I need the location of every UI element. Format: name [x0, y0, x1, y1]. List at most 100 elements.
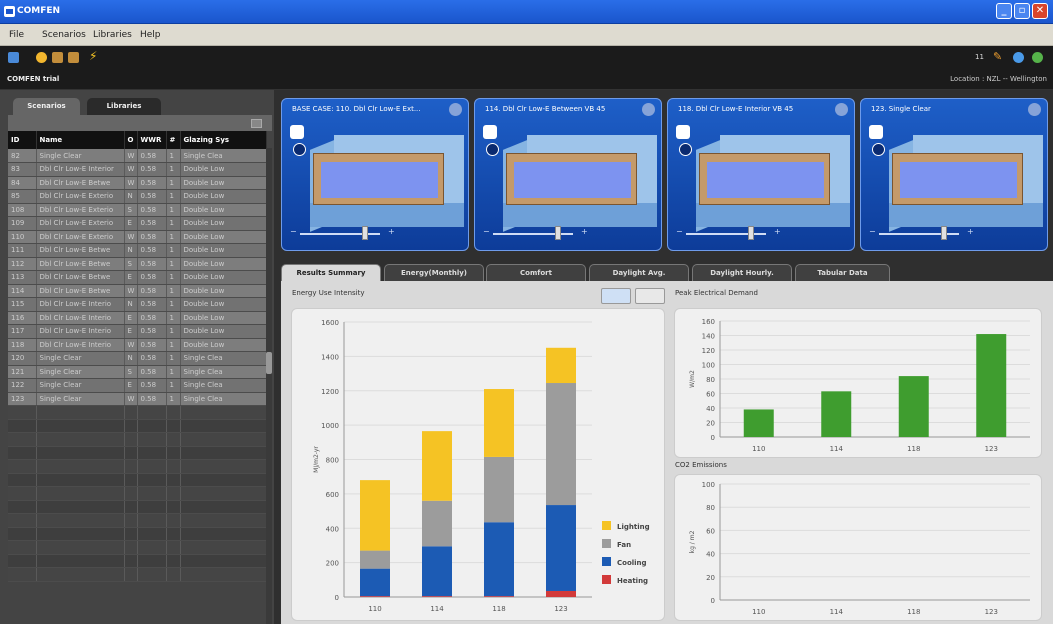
minimize-icon[interactable]: _	[996, 3, 1012, 19]
zoom-in-icon[interactable]: +	[967, 227, 974, 236]
card-close-icon[interactable]	[642, 103, 655, 116]
panel-options-icon[interactable]	[251, 119, 262, 128]
table-row[interactable]: 116 Dbl Clr Low-E Interio E 0.58 1 Double Low	[8, 311, 267, 325]
zoom-slider[interactable]	[300, 233, 380, 235]
x-tick-label: 123	[985, 445, 998, 453]
table-row[interactable]: 122 Single Clear E 0.58 1 Single Clea	[8, 378, 267, 393]
card-close-icon[interactable]	[835, 103, 848, 116]
zoom-slider[interactable]	[686, 233, 766, 235]
table-cell: 1	[166, 203, 181, 217]
table-header-cell[interactable]: WWR	[137, 131, 167, 149]
menu-help[interactable]: Help	[140, 30, 161, 40]
run-simulation-icon[interactable]: ⚡	[89, 49, 100, 63]
menu-file[interactable]: File	[9, 30, 24, 40]
scrollbar-thumb[interactable]	[266, 352, 272, 374]
table-row[interactable]: 117 Dbl Clr Low-E Interio E 0.58 1 Double Low	[8, 324, 267, 339]
orientation-icon[interactable]	[869, 125, 883, 139]
clock-icon[interactable]	[293, 143, 306, 156]
counter-label: 11	[975, 53, 984, 61]
zoom-out-icon[interactable]: −	[676, 227, 683, 236]
zoom-in-icon[interactable]: +	[388, 227, 395, 236]
orientation-icon[interactable]	[290, 125, 304, 139]
card-close-icon[interactable]	[1028, 103, 1041, 116]
table-row[interactable]: 115 Dbl Clr Low-E Interio N 0.58 1 Double Low	[8, 297, 267, 312]
open-icon[interactable]	[52, 52, 63, 63]
empty-cell	[36, 446, 125, 460]
zoom-slider-knob[interactable]	[748, 226, 754, 240]
empty-cell	[36, 486, 125, 501]
table-row[interactable]: 118 Dbl Clr Low-E Interio W 0.58 1 Double Low	[8, 338, 267, 352]
scrollbar-track[interactable]	[266, 148, 272, 624]
orientation-icon[interactable]	[676, 125, 690, 139]
empty-cell	[166, 567, 181, 582]
table-row[interactable]: 108 Dbl Clr Low-E Exterio S 0.58 1 Double Low	[8, 203, 267, 217]
tab-libraries[interactable]: Libraries	[87, 98, 161, 115]
tab-results-5[interactable]: Tabular Data	[795, 264, 890, 281]
table-row[interactable]: 114 Dbl Clr Low-E Betwe W 0.58 1 Double Low	[8, 284, 267, 298]
table-header-cell[interactable]: O	[124, 131, 138, 149]
table-row[interactable]: 123 Single Clear W 0.58 1 Single Clea	[8, 392, 267, 406]
card-close-icon[interactable]	[449, 103, 462, 116]
zoom-slider-knob[interactable]	[941, 226, 947, 240]
stacked-view-button[interactable]	[601, 288, 631, 304]
zoom-slider-knob[interactable]	[555, 226, 561, 240]
zoom-slider[interactable]	[493, 233, 573, 235]
table-cell: 0.58	[137, 392, 167, 406]
import-icon[interactable]	[68, 52, 79, 63]
y-tick-label: 20	[706, 574, 715, 582]
globe-icon[interactable]	[1013, 52, 1024, 63]
tab-scenarios[interactable]: Scenarios	[13, 98, 80, 115]
clock-icon[interactable]	[486, 143, 499, 156]
maximize-icon[interactable]: ▫	[1014, 3, 1030, 19]
scenario-card[interactable]: BASE CASE: 110. Dbl Clr Low-E Ext... − +	[281, 98, 469, 251]
table-row[interactable]: 121 Single Clear S 0.58 1 Single Clea	[8, 365, 267, 379]
orientation-icon[interactable]	[483, 125, 497, 139]
zoom-slider-knob[interactable]	[362, 226, 368, 240]
table-cell: Double Low	[180, 216, 267, 231]
scenario-card[interactable]: 123. Single Clear − +	[860, 98, 1048, 251]
zoom-slider[interactable]	[879, 233, 959, 235]
close-icon[interactable]: ✕	[1032, 3, 1048, 19]
menu-scenarios[interactable]: Scenarios	[42, 30, 86, 40]
help-icon[interactable]	[1032, 52, 1043, 63]
grouped-view-button[interactable]	[635, 288, 665, 304]
scenario-card[interactable]: 118. Dbl Clr Low-E Interior VB 45 − +	[667, 98, 855, 251]
zoom-in-icon[interactable]: +	[581, 227, 588, 236]
menu-libraries[interactable]: Libraries	[93, 30, 132, 40]
wrench-icon[interactable]: ✎	[993, 50, 1004, 63]
table-row[interactable]: 84 Dbl Clr Low-E Betwe W 0.58 1 Double Low	[8, 176, 267, 190]
clock-icon[interactable]	[872, 143, 885, 156]
table-row[interactable]: 112 Dbl Clr Low-E Betwe S 0.58 1 Double Low	[8, 257, 267, 271]
table-row[interactable]: 111 Dbl Clr Low-E Betwe N 0.58 1 Double Low	[8, 243, 267, 258]
table-row[interactable]: 82 Single Clear W 0.58 1 Single Clea	[8, 149, 267, 163]
table-row[interactable]: 110 Dbl Clr Low-E Exterio W 0.58 1 Double Low	[8, 230, 267, 244]
new-scenario-icon[interactable]	[36, 52, 47, 63]
window-glass	[900, 162, 1017, 198]
zoom-out-icon[interactable]: −	[290, 227, 297, 236]
table-header-cell[interactable]: #	[166, 131, 181, 149]
table-cell: 0.58	[137, 284, 167, 298]
table-cell: 1	[166, 365, 181, 379]
table-row[interactable]: 109 Dbl Clr Low-E Exterio E 0.58 1 Double Low	[8, 216, 267, 231]
tab-results-0[interactable]: Results Summary	[281, 264, 381, 281]
zoom-out-icon[interactable]: −	[869, 227, 876, 236]
save-icon[interactable]	[8, 52, 19, 63]
clock-icon[interactable]	[679, 143, 692, 156]
table-header-cell[interactable]: Glazing Sys	[180, 131, 267, 149]
zoom-out-icon[interactable]: −	[483, 227, 490, 236]
table-header-cell[interactable]: Name	[36, 131, 125, 149]
empty-cell	[180, 513, 267, 528]
table-row[interactable]: 85 Dbl Clr Low-E Exterio N 0.58 1 Double Low	[8, 189, 267, 204]
tab-results-2[interactable]: Comfort	[486, 264, 586, 281]
table-row[interactable]: 83 Dbl Clr Low-E Interior W 0.58 1 Double Low	[8, 162, 267, 177]
table-cell: Double Low	[180, 203, 267, 217]
table-row[interactable]: 113 Dbl Clr Low-E Betwe E 0.58 1 Double Low	[8, 270, 267, 285]
scenario-card[interactable]: 114. Dbl Clr Low-E Between VB 45 − +	[474, 98, 662, 251]
table-header-cell[interactable]: ID	[8, 131, 37, 149]
zoom-in-icon[interactable]: +	[774, 227, 781, 236]
tab-results-1[interactable]: Energy(Monthly)	[384, 264, 484, 281]
tab-results-4[interactable]: Daylight Hourly.	[692, 264, 792, 281]
table-row[interactable]: 120 Single Clear N 0.58 1 Single Clea	[8, 351, 267, 366]
tab-results-3[interactable]: Daylight Avg.	[589, 264, 689, 281]
empty-cell	[36, 419, 125, 433]
